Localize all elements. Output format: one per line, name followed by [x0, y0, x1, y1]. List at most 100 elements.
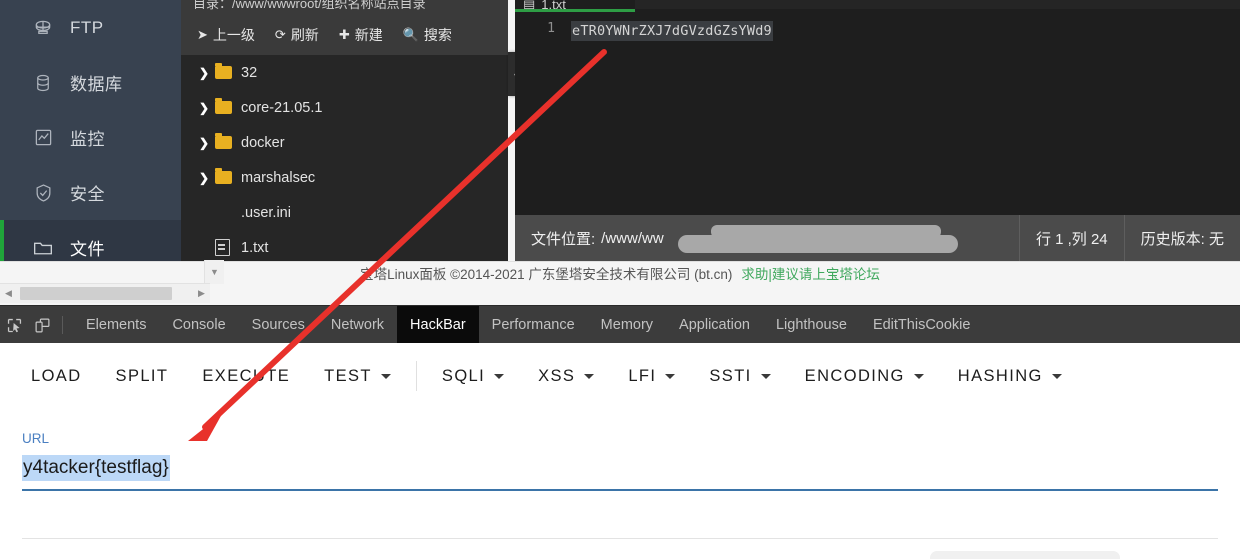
editor-code-area[interactable]: 1 eTR0YWNrZXJ7dGVzdGZsYWd9 — [515, 12, 1240, 215]
history-version-cell: 历史版本: 无 — [1123, 215, 1240, 262]
editor-line-number: 1 — [515, 12, 567, 215]
file-icon: ▤ — [523, 0, 536, 9]
sidebar-item-ftp[interactable]: FTP — [0, 0, 181, 55]
new-label: 新建 — [354, 26, 383, 43]
hackbar-execute-button[interactable]: EXECUTE — [185, 367, 307, 386]
hackbar-sqli-menu[interactable]: SQLI — [425, 367, 521, 386]
tree-item[interactable]: ❯ 32 — [181, 55, 508, 90]
folder-icon — [215, 98, 241, 114]
editor-code-line[interactable]: eTR0YWNrZXJ7dGVzdGZsYWd9 — [571, 21, 773, 41]
screenshot-root: FTP 数据库 监控 安全 文件 目录：/www/wwwroot/组织名称站点目… — [0, 0, 1240, 559]
inspect-element-icon[interactable] — [0, 306, 28, 344]
scroll-left-arrow-icon[interactable]: ◀ — [0, 285, 17, 302]
cursor-position-cell: 行 1 ,列 24 — [1018, 215, 1124, 262]
hackbar-lfi-menu[interactable]: LFI — [611, 367, 692, 386]
hackbar-xss-menu[interactable]: XSS — [521, 367, 611, 386]
tree-item-label: docker — [241, 134, 285, 151]
tree-item-label: 32 — [241, 64, 258, 81]
scrollbar-track[interactable] — [17, 285, 193, 302]
folder-icon — [32, 237, 54, 259]
url-input[interactable]: y4tacker{testflag} — [22, 455, 170, 481]
sidebar-item-security[interactable]: 安全 — [0, 165, 181, 220]
sidebar-item-monitor[interactable]: 监控 — [0, 110, 181, 165]
chevron-down-icon — [494, 373, 505, 379]
devtools-tab-memory[interactable]: Memory — [588, 306, 666, 344]
sidebar-item-label: 监控 — [70, 130, 105, 149]
chevron-right-icon[interactable]: ❯ — [199, 66, 215, 80]
hackbar-load-button[interactable]: LOAD — [14, 367, 99, 386]
file-location-cell: 文件位置: /www/ww — [515, 215, 1019, 262]
device-toolbar-icon[interactable] — [28, 306, 56, 344]
chevron-down-icon — [1051, 373, 1062, 379]
devtools-tab-console[interactable]: Console — [159, 306, 238, 344]
devtools-tab-editthiscookie[interactable]: EditThisCookie — [860, 306, 984, 344]
up-level-button[interactable]: ➤ 上一级 — [197, 25, 255, 45]
hackbar-split-button[interactable]: SPLIT — [99, 367, 186, 386]
file-location-label: 文件位置: — [531, 231, 596, 248]
search-icon: 🔍 — [402, 26, 419, 42]
chevron-right-icon[interactable]: ❯ — [199, 136, 215, 150]
sidebar-item-database[interactable]: 数据库 — [0, 55, 181, 110]
devtools-tab-bar: Elements Console Sources Network HackBar… — [0, 305, 1240, 344]
devtools-tab-elements[interactable]: Elements — [73, 306, 159, 344]
toolbar-divider — [415, 361, 417, 391]
footer-forum-link[interactable]: 求助|建议请上宝塔论坛 — [741, 263, 880, 283]
editor-tab-label: 1.txt — [541, 0, 566, 9]
tree-item-label: 1.txt — [241, 239, 269, 256]
tree-item[interactable]: ❯ marshalsec — [181, 160, 508, 195]
vertical-scroll-down-button[interactable]: ▼ — [204, 260, 224, 284]
globe-icon — [32, 17, 54, 39]
split-label: SPLIT — [115, 366, 169, 385]
new-button[interactable]: ✚ 新建 — [339, 25, 383, 45]
devtools-tab-network[interactable]: Network — [318, 306, 397, 344]
load-label: LOAD — [31, 366, 82, 385]
refresh-button[interactable]: ⟳ 刷新 — [275, 25, 319, 45]
search-button[interactable]: 🔍 搜索 — [403, 25, 452, 45]
sidebar-item-label: 数据库 — [70, 75, 123, 94]
devtools-tab-sources[interactable]: Sources — [239, 306, 318, 344]
scroll-right-arrow-icon[interactable]: ▶ — [193, 285, 210, 302]
sidebar-item-label: FTP — [70, 17, 104, 37]
horizontal-scrollbar[interactable]: ◀ ▶ — [0, 283, 210, 303]
search-label: 搜索 — [423, 26, 452, 43]
url-field-label: URL — [22, 431, 50, 446]
hackbar-bottom-divider — [22, 538, 1218, 539]
devtools-tab-hackbar[interactable]: HackBar — [397, 306, 479, 344]
chevron-down-icon — [760, 373, 771, 379]
sqli-label: SQLI — [441, 366, 486, 385]
chevron-right-icon[interactable]: ❯ — [199, 171, 215, 185]
file-manager-panel: 目录：/www/wwwroot/组织名称站点目录 ➤ 上一级 ⟳ 刷新 ✚ 新建… — [181, 0, 508, 262]
editor-status-bar: 文件位置: /www/ww 行 1 ,列 24 历史版本: 无 — [515, 215, 1240, 262]
file-location-value: /www/ww — [601, 230, 664, 247]
tree-item[interactable]: ❯ 1.txt — [181, 230, 508, 262]
devtools-tab-lighthouse[interactable]: Lighthouse — [763, 306, 860, 344]
hackbar-ssti-menu[interactable]: SSTI — [692, 367, 787, 386]
devtools-tab-application[interactable]: Application — [666, 306, 763, 344]
tree-item-label: marshalsec — [241, 169, 316, 186]
tree-item-label: core-21.05.1 — [241, 99, 323, 116]
url-input-underline — [22, 489, 1218, 491]
tree-item-label: .user.ini — [241, 204, 291, 221]
devtools-tab-performance[interactable]: Performance — [479, 306, 588, 344]
editor-tab-file[interactable]: ▤ 1.txt — [515, 0, 635, 9]
hackbar-test-menu[interactable]: TEST — [307, 367, 408, 386]
hackbar-hashing-menu[interactable]: HASHING — [941, 367, 1079, 386]
tree-item[interactable]: ❯ docker — [181, 125, 508, 160]
hashing-label: HASHING — [957, 366, 1043, 385]
file-tree-scrollbar[interactable] — [501, 55, 508, 262]
arrow-up-level-icon: ➤ — [197, 26, 208, 42]
chevron-right-icon[interactable]: ❯ — [199, 101, 215, 115]
file-tree-list: ❯ 32 ❯ core-21.05.1 ❯ docker ❯ marshalse… — [181, 55, 508, 262]
scrollbar-thumb[interactable] — [20, 287, 172, 300]
sidebar-item-label: 文件 — [70, 240, 105, 259]
xss-label: XSS — [538, 366, 576, 385]
database-icon — [32, 72, 54, 94]
hackbar-encoding-menu[interactable]: ENCODING — [788, 367, 941, 386]
encoding-label: ENCODING — [804, 366, 905, 385]
toolbar-divider — [62, 316, 63, 334]
tree-item[interactable]: ❯ .user.ini — [181, 195, 508, 230]
folder-icon — [215, 168, 241, 184]
plus-icon: ✚ — [338, 26, 350, 42]
file-icon — [215, 239, 241, 256]
tree-item[interactable]: ❯ core-21.05.1 — [181, 90, 508, 125]
